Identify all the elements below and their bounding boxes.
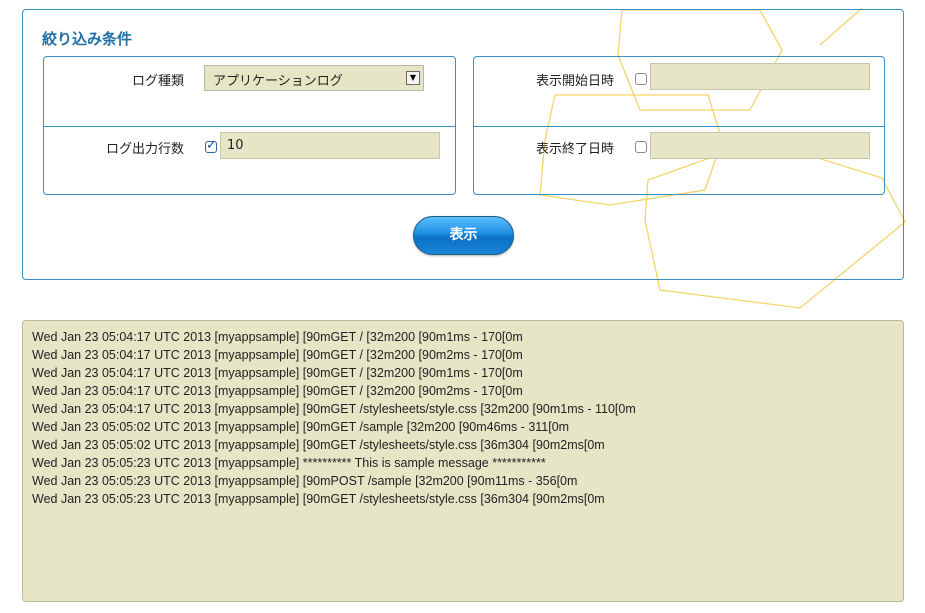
log-line: Wed Jan 23 05:05:02 UTC 2013 [myappsampl… — [32, 438, 605, 452]
filter-box-left: ログ種類 アプリケーションログ ▼ ログ出力行数 10 — [43, 56, 456, 195]
start-datetime-checkbox[interactable] — [635, 73, 647, 85]
start-datetime-label: 表示開始日時 — [535, 74, 614, 89]
page: 絞り込み条件 ログ種類 アプリケーションログ ▼ ログ出力行数 10 表示開始日… — [0, 0, 925, 613]
filter-title: 絞り込み条件 — [42, 30, 133, 48]
log-line: Wed Jan 23 05:04:17 UTC 2013 [myappsampl… — [32, 366, 523, 380]
divider — [44, 126, 455, 127]
start-datetime-input[interactable] — [650, 63, 870, 90]
log-output[interactable]: Wed Jan 23 05:04:17 UTC 2013 [myappsampl… — [22, 320, 904, 602]
end-datetime-checkbox[interactable] — [635, 141, 647, 153]
log-lines-label: ログ出力行数 — [105, 142, 184, 157]
dropdown-arrow-icon[interactable]: ▼ — [406, 71, 420, 85]
log-line: Wed Jan 23 05:05:23 UTC 2013 [myappsampl… — [32, 456, 546, 470]
log-line: Wed Jan 23 05:05:02 UTC 2013 [myappsampl… — [32, 420, 570, 434]
show-button[interactable]: 表示 — [413, 216, 514, 255]
log-lines-checkbox[interactable] — [205, 138, 217, 153]
log-line: Wed Jan 23 05:05:23 UTC 2013 [myappsampl… — [32, 474, 578, 488]
log-line: Wed Jan 23 05:04:17 UTC 2013 [myappsampl… — [32, 384, 523, 398]
log-line: Wed Jan 23 05:05:23 UTC 2013 [myappsampl… — [32, 492, 605, 506]
filter-box-right: 表示開始日時 表示終了日時 — [473, 56, 885, 195]
log-type-label: ログ種類 — [131, 74, 184, 89]
log-line: Wed Jan 23 05:04:17 UTC 2013 [myappsampl… — [32, 330, 523, 344]
log-type-select[interactable]: アプリケーションログ ▼ — [204, 65, 424, 91]
end-datetime-input[interactable] — [650, 132, 870, 159]
log-lines-input[interactable]: 10 — [220, 132, 440, 159]
log-line: Wed Jan 23 05:04:17 UTC 2013 [myappsampl… — [32, 402, 636, 416]
divider — [474, 126, 884, 127]
log-type-selected-value: アプリケーションログ — [213, 74, 343, 89]
log-line: Wed Jan 23 05:04:17 UTC 2013 [myappsampl… — [32, 348, 523, 362]
end-datetime-label: 表示終了日時 — [535, 142, 614, 157]
filter-panel: 絞り込み条件 ログ種類 アプリケーションログ ▼ ログ出力行数 10 表示開始日… — [22, 9, 904, 280]
